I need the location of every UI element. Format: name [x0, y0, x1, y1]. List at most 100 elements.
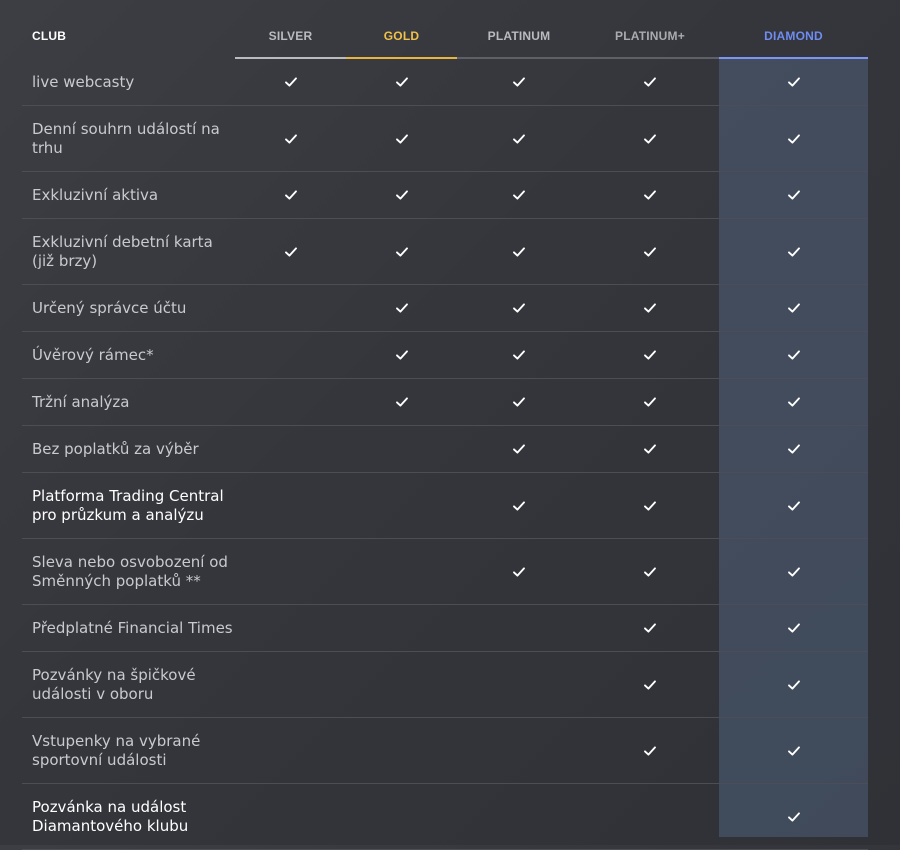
header-gold-label: GOLD	[383, 28, 420, 43]
checkmark-icon	[395, 301, 409, 315]
tier-cell	[457, 718, 581, 783]
tier-cell	[719, 106, 868, 171]
checkmark-icon	[643, 348, 657, 362]
checkmark-icon	[787, 395, 801, 409]
tier-cell	[346, 718, 457, 783]
checkmark-icon	[787, 132, 801, 146]
tier-cell	[346, 539, 457, 604]
checkmark-icon	[284, 188, 298, 202]
tier-cell	[346, 473, 457, 538]
feature-label: Vstupenky na vybrané sportovní události	[32, 731, 201, 769]
header-gold-cell: GOLD	[346, 12, 457, 59]
checkmark-icon	[395, 188, 409, 202]
feature-label: Určený správce účtu	[32, 298, 187, 317]
feature-cell: Exkluzivní aktiva	[22, 172, 235, 218]
table-row: Exkluzivní aktiva	[22, 172, 868, 219]
tier-cell	[457, 784, 581, 849]
tier-cell	[457, 332, 581, 378]
checkmark-icon	[787, 301, 801, 315]
tier-cell	[719, 784, 868, 849]
tier-cell	[346, 426, 457, 472]
checkmark-icon	[512, 499, 526, 513]
feature-label: Exkluzivní aktiva	[32, 185, 159, 204]
header-platinum-plus-label: PLATINUM+	[615, 28, 685, 43]
tier-cell	[346, 379, 457, 425]
table-row: Platforma Trading Central pro průzkum a …	[22, 473, 868, 539]
checkmark-icon	[512, 395, 526, 409]
checkmark-icon	[512, 75, 526, 89]
header-silver-label: SILVER	[268, 28, 313, 43]
feature-label: live webcasty	[32, 72, 135, 91]
table-row: Tržní analýza	[22, 379, 868, 426]
checkmark-icon	[512, 188, 526, 202]
feature-cell: Exkluzivní debetní karta (již brzy)	[22, 219, 235, 284]
tier-cell	[719, 379, 868, 425]
tier-cell	[719, 539, 868, 604]
tier-cell	[235, 605, 346, 651]
checkmark-icon	[643, 442, 657, 456]
tier-cell	[457, 426, 581, 472]
tier-cell	[581, 219, 719, 284]
checkmark-icon	[512, 245, 526, 259]
feature-label: Platforma Trading Central pro průzkum a …	[32, 486, 224, 524]
tier-cell	[719, 605, 868, 651]
tier-cell	[719, 59, 868, 105]
header-platinum-cell: PLATINUM	[457, 12, 581, 59]
tier-cell	[457, 219, 581, 284]
table-row: Exkluzivní debetní karta (již brzy)	[22, 219, 868, 285]
feature-label: Tržní analýza	[32, 392, 130, 411]
tier-cell	[581, 285, 719, 331]
checkmark-icon	[787, 188, 801, 202]
table-row: Pozvánka na událost Diamantového klubu	[22, 784, 868, 850]
tier-cell	[346, 285, 457, 331]
tier-cell	[581, 473, 719, 538]
table-row: Sleva nebo osvobození od Směnných poplat…	[22, 539, 868, 605]
table-header-row: CLUB SILVER GOLD PLATINUM PLATINUM+ DIAM…	[22, 12, 868, 59]
feature-cell: Určený správce účtu	[22, 285, 235, 331]
table-body: live webcasty Denní souhrn událostí na tr…	[22, 59, 868, 850]
checkmark-icon	[284, 75, 298, 89]
checkmark-icon	[643, 621, 657, 635]
checkmark-icon	[395, 348, 409, 362]
checkmark-icon	[787, 810, 801, 824]
feature-cell: Pozvánky na špičkové události v oboru	[22, 652, 235, 717]
feature-cell: Bez poplatků za výběr	[22, 426, 235, 472]
feature-cell: Předplatné Financial Times	[22, 605, 235, 651]
feature-label: Exkluzivní debetní karta (již brzy)	[32, 232, 213, 270]
table-row: Bez poplatků za výběr	[22, 426, 868, 473]
feature-cell: Pozvánka na událost Diamantového klubu	[22, 784, 235, 849]
table-row: Předplatné Financial Times	[22, 605, 868, 652]
tier-cell	[235, 539, 346, 604]
feature-label: Denní souhrn událostí na trhu	[32, 119, 220, 157]
tier-cell	[457, 605, 581, 651]
checkmark-icon	[395, 75, 409, 89]
tier-cell	[581, 426, 719, 472]
header-club-cell: CLUB	[22, 12, 235, 59]
tier-cell	[719, 219, 868, 284]
tier-cell	[457, 652, 581, 717]
checkmark-icon	[643, 188, 657, 202]
table-row: Určený správce účtu	[22, 285, 868, 332]
tier-cell	[235, 473, 346, 538]
feature-cell: Úvěrový rámec*	[22, 332, 235, 378]
header-club-label: CLUB	[32, 28, 67, 43]
tier-cell	[235, 285, 346, 331]
tier-cell	[457, 379, 581, 425]
checkmark-icon	[643, 565, 657, 579]
checkmark-icon	[512, 348, 526, 362]
feature-cell: Sleva nebo osvobození od Směnných poplat…	[22, 539, 235, 604]
tier-cell	[235, 59, 346, 105]
tier-cell	[457, 285, 581, 331]
feature-cell: live webcasty	[22, 59, 235, 105]
table-row: live webcasty	[22, 59, 868, 106]
tier-cell	[719, 332, 868, 378]
table-row: Denní souhrn událostí na trhu	[22, 106, 868, 172]
table-row: Pozvánky na špičkové události v oboru	[22, 652, 868, 718]
tier-cell	[581, 784, 719, 849]
checkmark-icon	[787, 499, 801, 513]
checkmark-icon	[643, 744, 657, 758]
feature-label: Bez poplatků za výběr	[32, 439, 199, 458]
tier-cell	[719, 426, 868, 472]
checkmark-icon	[512, 442, 526, 456]
feature-cell: Platforma Trading Central pro průzkum a …	[22, 473, 235, 538]
